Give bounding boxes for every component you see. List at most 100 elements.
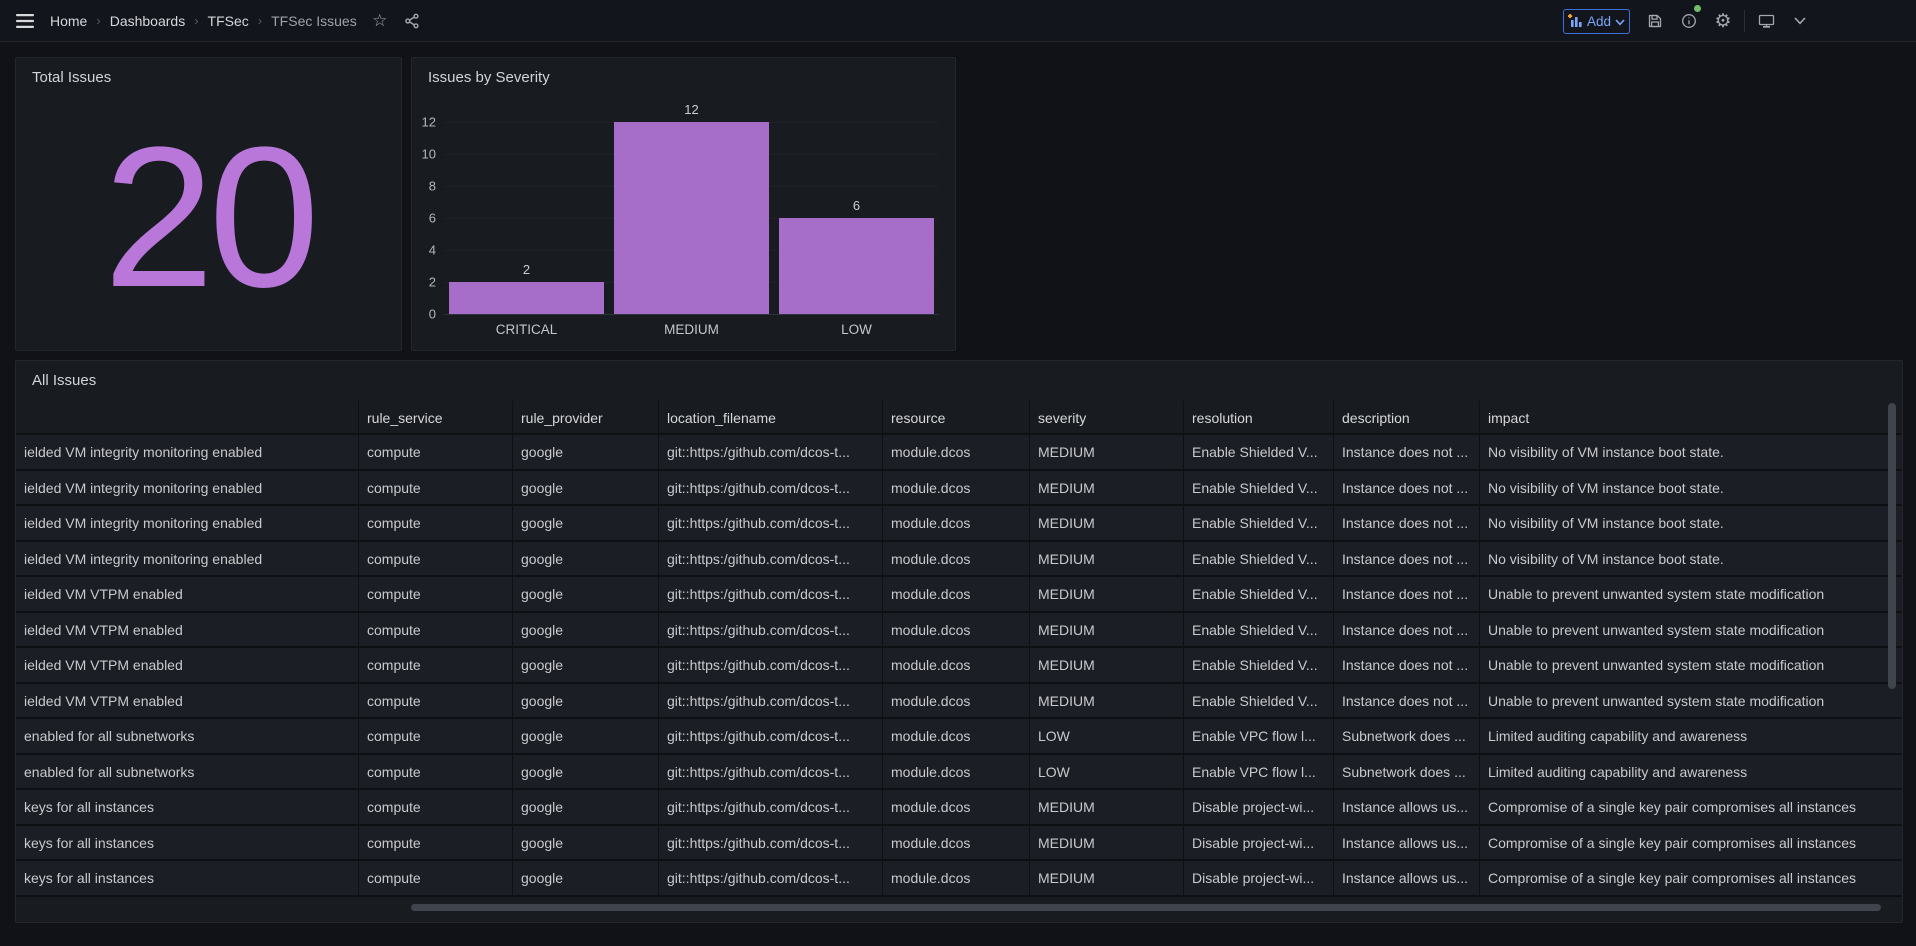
table-cell: Disable project-wi...	[1184, 861, 1334, 897]
info-icon[interactable]	[1672, 6, 1706, 36]
table-cell: google	[513, 435, 659, 471]
collapse-chevron-down-icon[interactable]	[1783, 6, 1817, 36]
table-cell: Limited auditing capability and awarenes…	[1480, 719, 1902, 755]
table-cell: google	[513, 613, 659, 649]
horizontal-scrollbar[interactable]	[411, 904, 1881, 911]
column-header-resource[interactable]: resource	[883, 401, 1030, 435]
table-cell: module.dcos	[883, 755, 1030, 791]
table-cell: git::https:/github.com/dcos-t...	[659, 613, 883, 649]
y-axis-tick-label: 2	[408, 275, 436, 290]
total-issues-panel: Total Issues 20	[15, 57, 402, 351]
table-cell: compute	[359, 719, 513, 755]
table-cell: Enable Shielded V...	[1184, 435, 1334, 471]
table-cell: LOW	[1030, 755, 1184, 791]
table-row: ielded VM VTPM enabledcomputegooglegit::…	[16, 577, 1902, 613]
breadcrumb-separator-icon: ›	[258, 13, 262, 28]
table-cell: Unable to prevent unwanted system state …	[1480, 684, 1902, 720]
grafana-dashboard: Home › Dashboards › TFSec › TFSec Issues…	[0, 0, 1916, 946]
share-icon[interactable]	[397, 6, 427, 36]
table-cell: Enable Shielded V...	[1184, 471, 1334, 507]
table-cell: Instance allows us...	[1334, 861, 1480, 897]
column-header-rule_provider[interactable]: rule_provider	[513, 401, 659, 435]
table-cell: ielded VM VTPM enabled	[16, 648, 359, 684]
table-cell: MEDIUM	[1030, 471, 1184, 507]
breadcrumb-separator-icon: ›	[194, 13, 198, 28]
issues-table: rule_servicerule_providerlocation_filena…	[16, 401, 1902, 897]
table-cell: Enable VPC flow l...	[1184, 755, 1334, 791]
table-cell: Limited auditing capability and awarenes…	[1480, 755, 1902, 791]
table-cell: No visibility of VM instance boot state.	[1480, 435, 1902, 471]
table-cell: compute	[359, 648, 513, 684]
table-cell: MEDIUM	[1030, 790, 1184, 826]
breadcrumb-dashboards[interactable]: Dashboards	[110, 13, 186, 29]
breadcrumb-folder[interactable]: TFSec	[208, 13, 249, 29]
table-cell: compute	[359, 790, 513, 826]
breadcrumb-home[interactable]: Home	[50, 13, 87, 29]
table-cell: module.dcos	[883, 613, 1030, 649]
column-header-description[interactable]: description	[1334, 401, 1480, 435]
breadcrumb-current-page: TFSec Issues	[271, 13, 357, 29]
y-axis-tick-label: 0	[408, 307, 436, 322]
table-cell: google	[513, 719, 659, 755]
vertical-scrollbar[interactable]	[1888, 403, 1896, 689]
table-cell: compute	[359, 435, 513, 471]
column-header-impact[interactable]: impact	[1480, 401, 1902, 435]
x-axis-category-label: CRITICAL	[496, 322, 558, 337]
issues-by-severity-panel: Issues by Severity 0246810122CRITICAL12M…	[411, 57, 956, 351]
table-cell: Enable Shielded V...	[1184, 542, 1334, 578]
save-dashboard-icon[interactable]	[1638, 6, 1672, 36]
table-cell: MEDIUM	[1030, 648, 1184, 684]
table-cell: Subnetwork does ...	[1334, 719, 1480, 755]
topbar-actions: ⚙	[1638, 6, 1817, 36]
table-cell: module.dcos	[883, 648, 1030, 684]
column-header-resolution[interactable]: resolution	[1184, 401, 1334, 435]
table-row: enabled for all subnetworkscomputegoogle…	[16, 719, 1902, 755]
table-cell: git::https:/github.com/dcos-t...	[659, 471, 883, 507]
column-header-empty[interactable]	[16, 401, 359, 435]
severity-bar	[614, 122, 769, 314]
severity-bar	[449, 282, 604, 314]
table-cell: Instance does not ...	[1334, 506, 1480, 542]
table-cell: git::https:/github.com/dcos-t...	[659, 684, 883, 720]
table-cell: compute	[359, 506, 513, 542]
table-row: keys for all instancescomputegooglegit::…	[16, 861, 1902, 897]
table-cell: Instance does not ...	[1334, 435, 1480, 471]
menu-icon[interactable]	[10, 6, 40, 36]
table-cell: google	[513, 471, 659, 507]
topbar-divider	[1744, 10, 1745, 32]
table-cell: Compromise of a single key pair compromi…	[1480, 826, 1902, 862]
table-cell: compute	[359, 577, 513, 613]
settings-gear-icon[interactable]: ⚙	[1706, 6, 1740, 36]
table-cell: module.dcos	[883, 684, 1030, 720]
table-cell: Instance does not ...	[1334, 648, 1480, 684]
y-axis-tick-label: 4	[408, 243, 436, 258]
table-cell: compute	[359, 755, 513, 791]
table-cell: MEDIUM	[1030, 506, 1184, 542]
star-favorite-icon[interactable]: ☆	[365, 6, 395, 36]
table-cell: ielded VM VTPM enabled	[16, 577, 359, 613]
table-cell: git::https:/github.com/dcos-t...	[659, 577, 883, 613]
table-cell: MEDIUM	[1030, 684, 1184, 720]
table-cell: compute	[359, 861, 513, 897]
table-row: ielded VM integrity monitoring enabledco…	[16, 471, 1902, 507]
table-cell: ielded VM integrity monitoring enabled	[16, 542, 359, 578]
table-cell: LOW	[1030, 719, 1184, 755]
column-header-location_filename[interactable]: location_filename	[659, 401, 883, 435]
column-header-rule_service[interactable]: rule_service	[359, 401, 513, 435]
table-cell: google	[513, 790, 659, 826]
table-cell: google	[513, 826, 659, 862]
table-cell: module.dcos	[883, 826, 1030, 862]
table-cell: No visibility of VM instance boot state.	[1480, 471, 1902, 507]
table-cell: Compromise of a single key pair compromi…	[1480, 861, 1902, 897]
column-header-severity[interactable]: severity	[1030, 401, 1184, 435]
table-row: enabled for all subnetworkscomputegoogle…	[16, 755, 1902, 791]
kiosk-monitor-icon[interactable]	[1749, 6, 1783, 36]
table-cell: module.dcos	[883, 506, 1030, 542]
table-cell: Enable Shielded V...	[1184, 577, 1334, 613]
table-cell: Unable to prevent unwanted system state …	[1480, 648, 1902, 684]
table-cell: module.dcos	[883, 577, 1030, 613]
table-row: ielded VM VTPM enabledcomputegooglegit::…	[16, 613, 1902, 649]
table-row: ielded VM VTPM enabledcomputegooglegit::…	[16, 684, 1902, 720]
table-cell: Compromise of a single key pair compromi…	[1480, 790, 1902, 826]
add-button[interactable]: Add	[1563, 9, 1630, 34]
